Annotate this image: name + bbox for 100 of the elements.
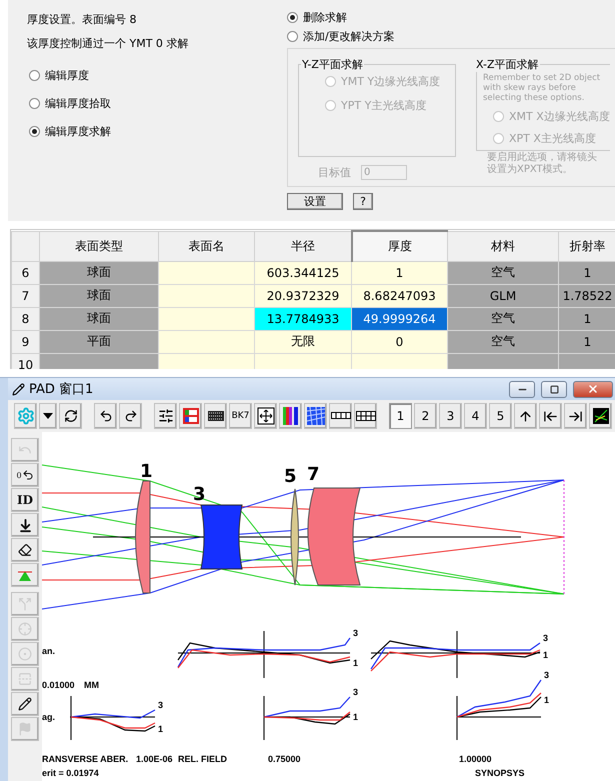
- view-button[interactable]: 3: [439, 403, 462, 429]
- tool-button[interactable]: 0: [11, 463, 39, 487]
- sliders-icon: [158, 408, 174, 424]
- view-button[interactable]: 4: [464, 403, 487, 429]
- eraser-icon: [18, 543, 32, 557]
- table-cell[interactable]: 平面: [40, 330, 158, 354]
- toolbar-button[interactable]: [94, 403, 117, 429]
- toolbar-button[interactable]: [254, 403, 277, 429]
- pointer-icon: [18, 697, 32, 711]
- table-cell[interactable]: [158, 330, 254, 354]
- column-header[interactable]: 表面名: [158, 231, 254, 262]
- caret-icon: [43, 413, 53, 419]
- table-cell[interactable]: 空气: [448, 261, 558, 284]
- unit-label: MM: [84, 680, 99, 690]
- fit-arrows-icon: [256, 407, 274, 425]
- table-cell[interactable]: 1: [558, 261, 615, 284]
- toolbar-button[interactable]: [354, 403, 377, 429]
- axis-label: ag.: [42, 712, 56, 722]
- view-button[interactable]: 2: [414, 403, 437, 429]
- radio-button[interactable]: 编辑厚度: [29, 68, 287, 83]
- table-cell[interactable]: 球面: [40, 307, 158, 330]
- table-cell[interactable]: [158, 284, 254, 308]
- row-number[interactable]: 6: [12, 261, 40, 284]
- toolbar-button[interactable]: [59, 403, 82, 429]
- curve-label: 3: [543, 633, 548, 643]
- view-button[interactable]: 1: [389, 403, 412, 429]
- plot-icon: [592, 408, 608, 424]
- glass-label: BK7: [232, 411, 250, 421]
- view-button[interactable]: 5: [489, 403, 512, 429]
- table-cell[interactable]: [158, 307, 254, 330]
- column-header[interactable]: 折射率: [558, 231, 615, 262]
- color-bars-icon: [282, 407, 298, 425]
- close-button[interactable]: [573, 380, 613, 398]
- table-cell[interactable]: 1: [558, 330, 615, 354]
- radio-button[interactable]: 编辑厚度拾取: [29, 96, 287, 111]
- table-cell[interactable]: 49.9999264: [352, 307, 448, 330]
- tool-button[interactable]: [11, 538, 39, 562]
- last-icon: [568, 408, 583, 424]
- field-value: 1.00000: [459, 754, 492, 764]
- table-cell[interactable]: 0: [352, 330, 448, 354]
- curve-label: 1: [543, 650, 548, 660]
- radio-button[interactable]: 编辑厚度求解: [29, 124, 287, 139]
- table-cell[interactable]: 1: [558, 307, 615, 330]
- help-button[interactable]: ?: [353, 193, 373, 210]
- toolbar-button[interactable]: [514, 403, 537, 429]
- table-cell[interactable]: GLM: [448, 284, 558, 308]
- table-cell[interactable]: 无限: [254, 330, 352, 354]
- group-title: Y-Z平面求解: [301, 57, 364, 72]
- undo-icon: [98, 409, 112, 423]
- toolbar-button[interactable]: [119, 403, 142, 429]
- table-cell[interactable]: 8.68247093: [352, 284, 448, 308]
- toolbar-button[interactable]: [539, 403, 562, 429]
- radio-button[interactable]: 添加/更改解决方案: [287, 29, 615, 44]
- hint-text: 要启用此选项，请将镜头设置为XPXT模式。: [486, 152, 598, 176]
- pattern-icon: [306, 407, 324, 425]
- row-number[interactable]: 9: [12, 330, 40, 354]
- table-cell[interactable]: 1: [352, 261, 448, 284]
- toolbar-button[interactable]: [39, 403, 57, 429]
- toolbar-button[interactable]: [589, 403, 612, 429]
- table-cell[interactable]: 1.78522: [558, 284, 615, 308]
- tool-button[interactable]: [11, 513, 39, 537]
- column-header[interactable]: 半径: [254, 231, 352, 262]
- refresh-icon: [64, 409, 78, 423]
- brand-label: SYNOPSYS: [475, 768, 525, 778]
- table-cell[interactable]: 13.7784933: [254, 307, 352, 330]
- surface-number: 5: [284, 466, 297, 487]
- toolbar-button[interactable]: [329, 403, 352, 429]
- solve-description: 该厚度控制通过一个 YMT 0 求解: [27, 36, 190, 51]
- column-header[interactable]: 厚度: [352, 231, 448, 262]
- toolbar-button[interactable]: BK7: [229, 403, 252, 429]
- column-header[interactable]: 材料: [448, 231, 558, 262]
- table-cell[interactable]: 空气: [448, 307, 558, 330]
- toolbar-button[interactable]: [154, 403, 177, 429]
- table-cell[interactable]: 空气: [448, 330, 558, 354]
- table-cell[interactable]: [158, 261, 254, 284]
- minimize-button[interactable]: [509, 380, 535, 398]
- scale-value: 0.01000: [42, 680, 75, 690]
- set-button[interactable]: 设置: [287, 193, 343, 210]
- table-cell[interactable]: 20.9372329: [254, 284, 352, 308]
- row-number[interactable]: 8: [12, 307, 40, 330]
- toolbar-button[interactable]: [179, 403, 202, 429]
- radio-button[interactable]: 删除求解: [287, 10, 615, 25]
- redo-icon: [124, 409, 138, 423]
- lens-icon: [18, 647, 32, 661]
- close-icon: [587, 383, 599, 395]
- insert-icon: [18, 518, 32, 532]
- undo-icon: [22, 469, 34, 481]
- maximize-button[interactable]: [541, 380, 567, 398]
- toolbar-button[interactable]: [279, 403, 302, 429]
- row-number[interactable]: 7: [12, 284, 40, 308]
- tool-button[interactable]: [11, 692, 39, 716]
- toolbar-button[interactable]: [204, 403, 227, 429]
- table-cell[interactable]: 球面: [40, 261, 158, 284]
- axis-label: an.: [42, 646, 56, 656]
- row-number[interactable]: 10: [12, 353, 40, 369]
- toolbar-button[interactable]: [564, 403, 587, 429]
- tool-button[interactable]: ID: [11, 488, 39, 512]
- table-cell[interactable]: 球面: [40, 284, 158, 308]
- column-header[interactable]: 表面类型: [40, 231, 158, 262]
- table-cell[interactable]: 603.344125: [254, 261, 352, 284]
